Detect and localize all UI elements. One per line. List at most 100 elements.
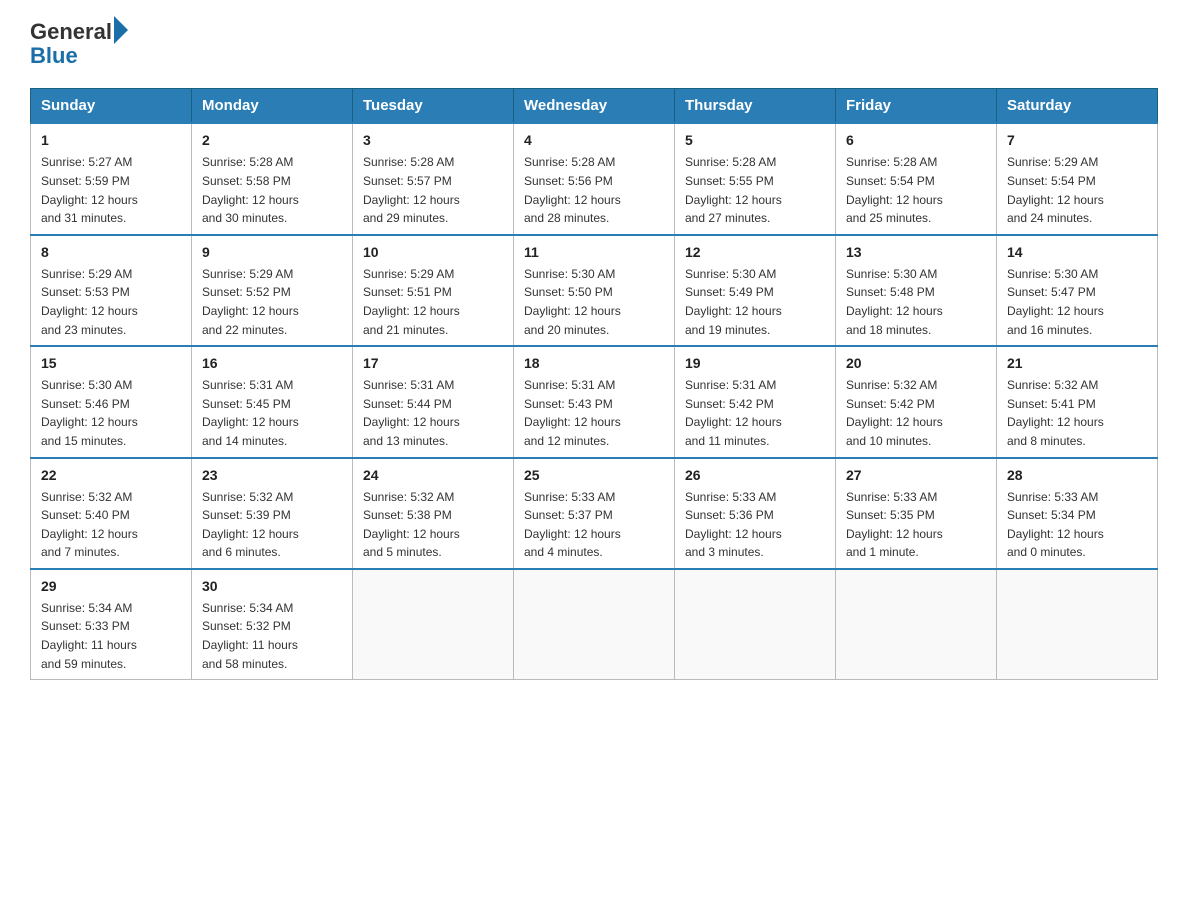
col-header-saturday: Saturday (997, 89, 1158, 124)
day-number: 20 (846, 353, 986, 374)
day-number: 8 (41, 242, 181, 263)
day-info: Sunrise: 5:34 AMSunset: 5:33 PMDaylight:… (41, 599, 181, 673)
calendar-cell: 12Sunrise: 5:30 AMSunset: 5:49 PMDayligh… (675, 235, 836, 346)
day-info: Sunrise: 5:32 AMSunset: 5:38 PMDaylight:… (363, 488, 503, 562)
calendar-cell: 11Sunrise: 5:30 AMSunset: 5:50 PMDayligh… (514, 235, 675, 346)
day-info: Sunrise: 5:28 AMSunset: 5:55 PMDaylight:… (685, 153, 825, 227)
day-info: Sunrise: 5:32 AMSunset: 5:41 PMDaylight:… (1007, 376, 1147, 450)
day-number: 1 (41, 130, 181, 151)
calendar-header-row: SundayMondayTuesdayWednesdayThursdayFrid… (31, 89, 1158, 124)
day-info: Sunrise: 5:28 AMSunset: 5:56 PMDaylight:… (524, 153, 664, 227)
calendar-cell: 25Sunrise: 5:33 AMSunset: 5:37 PMDayligh… (514, 458, 675, 569)
calendar-cell: 13Sunrise: 5:30 AMSunset: 5:48 PMDayligh… (836, 235, 997, 346)
col-header-thursday: Thursday (675, 89, 836, 124)
day-info: Sunrise: 5:32 AMSunset: 5:40 PMDaylight:… (41, 488, 181, 562)
day-info: Sunrise: 5:33 AMSunset: 5:35 PMDaylight:… (846, 488, 986, 562)
day-info: Sunrise: 5:32 AMSunset: 5:42 PMDaylight:… (846, 376, 986, 450)
day-number: 9 (202, 242, 342, 263)
day-info: Sunrise: 5:31 AMSunset: 5:43 PMDaylight:… (524, 376, 664, 450)
calendar-cell: 30Sunrise: 5:34 AMSunset: 5:32 PMDayligh… (192, 569, 353, 680)
col-header-tuesday: Tuesday (353, 89, 514, 124)
day-info: Sunrise: 5:28 AMSunset: 5:57 PMDaylight:… (363, 153, 503, 227)
logo-general: General (30, 20, 112, 44)
day-number: 27 (846, 465, 986, 486)
day-number: 7 (1007, 130, 1147, 151)
day-info: Sunrise: 5:28 AMSunset: 5:58 PMDaylight:… (202, 153, 342, 227)
day-number: 22 (41, 465, 181, 486)
day-number: 29 (41, 576, 181, 597)
day-info: Sunrise: 5:29 AMSunset: 5:52 PMDaylight:… (202, 265, 342, 339)
day-number: 28 (1007, 465, 1147, 486)
day-number: 17 (363, 353, 503, 374)
day-number: 26 (685, 465, 825, 486)
day-info: Sunrise: 5:32 AMSunset: 5:39 PMDaylight:… (202, 488, 342, 562)
calendar-cell: 1Sunrise: 5:27 AMSunset: 5:59 PMDaylight… (31, 123, 192, 234)
col-header-wednesday: Wednesday (514, 89, 675, 124)
calendar-cell: 4Sunrise: 5:28 AMSunset: 5:56 PMDaylight… (514, 123, 675, 234)
day-info: Sunrise: 5:27 AMSunset: 5:59 PMDaylight:… (41, 153, 181, 227)
calendar-cell: 24Sunrise: 5:32 AMSunset: 5:38 PMDayligh… (353, 458, 514, 569)
calendar-cell: 18Sunrise: 5:31 AMSunset: 5:43 PMDayligh… (514, 346, 675, 457)
day-info: Sunrise: 5:30 AMSunset: 5:48 PMDaylight:… (846, 265, 986, 339)
day-info: Sunrise: 5:31 AMSunset: 5:42 PMDaylight:… (685, 376, 825, 450)
day-info: Sunrise: 5:30 AMSunset: 5:49 PMDaylight:… (685, 265, 825, 339)
day-info: Sunrise: 5:30 AMSunset: 5:50 PMDaylight:… (524, 265, 664, 339)
day-number: 16 (202, 353, 342, 374)
week-row-2: 8Sunrise: 5:29 AMSunset: 5:53 PMDaylight… (31, 235, 1158, 346)
day-info: Sunrise: 5:34 AMSunset: 5:32 PMDaylight:… (202, 599, 342, 673)
day-number: 19 (685, 353, 825, 374)
day-info: Sunrise: 5:33 AMSunset: 5:36 PMDaylight:… (685, 488, 825, 562)
logo-triangle-icon (114, 16, 128, 44)
day-number: 11 (524, 242, 664, 263)
calendar-cell: 28Sunrise: 5:33 AMSunset: 5:34 PMDayligh… (997, 458, 1158, 569)
calendar-cell: 20Sunrise: 5:32 AMSunset: 5:42 PMDayligh… (836, 346, 997, 457)
calendar-cell: 8Sunrise: 5:29 AMSunset: 5:53 PMDaylight… (31, 235, 192, 346)
day-number: 15 (41, 353, 181, 374)
day-number: 2 (202, 130, 342, 151)
day-info: Sunrise: 5:31 AMSunset: 5:44 PMDaylight:… (363, 376, 503, 450)
calendar-cell: 2Sunrise: 5:28 AMSunset: 5:58 PMDaylight… (192, 123, 353, 234)
day-number: 3 (363, 130, 503, 151)
week-row-3: 15Sunrise: 5:30 AMSunset: 5:46 PMDayligh… (31, 346, 1158, 457)
calendar-cell: 27Sunrise: 5:33 AMSunset: 5:35 PMDayligh… (836, 458, 997, 569)
day-number: 14 (1007, 242, 1147, 263)
page-header: General Blue (30, 20, 1158, 68)
calendar-cell (997, 569, 1158, 680)
day-number: 12 (685, 242, 825, 263)
day-number: 24 (363, 465, 503, 486)
calendar-cell: 10Sunrise: 5:29 AMSunset: 5:51 PMDayligh… (353, 235, 514, 346)
col-header-sunday: Sunday (31, 89, 192, 124)
day-info: Sunrise: 5:33 AMSunset: 5:37 PMDaylight:… (524, 488, 664, 562)
calendar-cell (514, 569, 675, 680)
day-info: Sunrise: 5:28 AMSunset: 5:54 PMDaylight:… (846, 153, 986, 227)
week-row-5: 29Sunrise: 5:34 AMSunset: 5:33 PMDayligh… (31, 569, 1158, 680)
col-header-monday: Monday (192, 89, 353, 124)
calendar-cell: 26Sunrise: 5:33 AMSunset: 5:36 PMDayligh… (675, 458, 836, 569)
calendar-cell: 21Sunrise: 5:32 AMSunset: 5:41 PMDayligh… (997, 346, 1158, 457)
day-info: Sunrise: 5:29 AMSunset: 5:51 PMDaylight:… (363, 265, 503, 339)
day-info: Sunrise: 5:30 AMSunset: 5:47 PMDaylight:… (1007, 265, 1147, 339)
calendar-cell (675, 569, 836, 680)
calendar-cell: 15Sunrise: 5:30 AMSunset: 5:46 PMDayligh… (31, 346, 192, 457)
day-number: 5 (685, 130, 825, 151)
calendar-cell: 9Sunrise: 5:29 AMSunset: 5:52 PMDaylight… (192, 235, 353, 346)
calendar-cell: 23Sunrise: 5:32 AMSunset: 5:39 PMDayligh… (192, 458, 353, 569)
week-row-4: 22Sunrise: 5:32 AMSunset: 5:40 PMDayligh… (31, 458, 1158, 569)
calendar-cell (353, 569, 514, 680)
day-info: Sunrise: 5:29 AMSunset: 5:54 PMDaylight:… (1007, 153, 1147, 227)
day-info: Sunrise: 5:33 AMSunset: 5:34 PMDaylight:… (1007, 488, 1147, 562)
day-number: 30 (202, 576, 342, 597)
calendar-table: SundayMondayTuesdayWednesdayThursdayFrid… (30, 88, 1158, 680)
col-header-friday: Friday (836, 89, 997, 124)
calendar-cell: 3Sunrise: 5:28 AMSunset: 5:57 PMDaylight… (353, 123, 514, 234)
calendar-cell: 19Sunrise: 5:31 AMSunset: 5:42 PMDayligh… (675, 346, 836, 457)
day-number: 23 (202, 465, 342, 486)
day-info: Sunrise: 5:29 AMSunset: 5:53 PMDaylight:… (41, 265, 181, 339)
day-number: 18 (524, 353, 664, 374)
logo: General Blue (30, 20, 128, 68)
logo-blue: Blue (30, 43, 78, 68)
calendar-cell: 29Sunrise: 5:34 AMSunset: 5:33 PMDayligh… (31, 569, 192, 680)
day-number: 25 (524, 465, 664, 486)
calendar-cell: 5Sunrise: 5:28 AMSunset: 5:55 PMDaylight… (675, 123, 836, 234)
day-number: 21 (1007, 353, 1147, 374)
